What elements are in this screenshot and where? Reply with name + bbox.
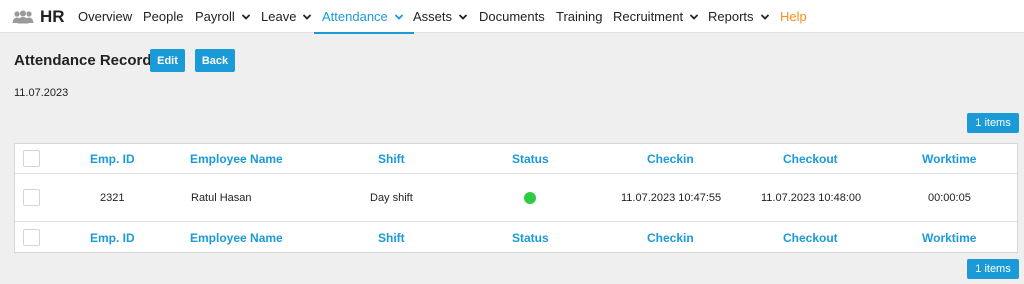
- table-header-row: Emp. ID Employee Name Shift Status Check…: [15, 144, 1017, 174]
- nav-overview[interactable]: Overview: [78, 0, 132, 33]
- col-emp-id-footer[interactable]: Emp. ID: [90, 223, 135, 253]
- col-employee-name-footer[interactable]: Employee Name: [190, 223, 283, 253]
- chevron-down-icon: [303, 13, 312, 20]
- chevron-down-icon: [394, 13, 403, 20]
- cell-checkin: 11.07.2023 10:47:55: [621, 192, 722, 204]
- col-emp-id[interactable]: Emp. ID: [90, 144, 135, 173]
- table-footer-row: Emp. ID Employee Name Shift Status Check…: [15, 223, 1017, 253]
- cell-status: [524, 175, 536, 221]
- col-worktime-footer[interactable]: Worktime: [922, 223, 976, 253]
- cell-worktime: 00:00:05: [928, 192, 971, 204]
- chevron-down-icon: [241, 13, 250, 20]
- table-row[interactable]: 2321 Ratul Hasan Day shift 11.07.2023 10…: [15, 175, 1017, 222]
- col-checkout-footer[interactable]: Checkout: [783, 223, 838, 253]
- status-present-icon: [524, 192, 536, 204]
- col-shift-footer[interactable]: Shift: [378, 223, 405, 253]
- col-checkout[interactable]: Checkout: [783, 144, 838, 173]
- nav-help[interactable]: Help: [780, 0, 807, 33]
- item-count-badge-top: 1 items: [967, 113, 1019, 133]
- nav-documents-label: Documents: [479, 9, 545, 24]
- nav-overview-label: Overview: [78, 9, 133, 24]
- nav-people-label: People: [143, 9, 184, 24]
- chevron-down-icon: [458, 13, 468, 20]
- cell-employee-name: Ratul Hasan: [191, 192, 252, 204]
- nav-leave[interactable]: Leave: [261, 0, 312, 33]
- chevron-down-icon: [689, 13, 699, 20]
- nav-help-label: Help: [780, 9, 807, 24]
- cell-emp-id: 2321: [100, 192, 125, 204]
- page-title: Attendance Record: [14, 52, 152, 69]
- chevron-down-icon: [760, 13, 769, 20]
- nav-documents[interactable]: Documents: [479, 0, 545, 33]
- nav-attendance[interactable]: Attendance: [314, 0, 414, 34]
- item-count-badge-bottom: 1 items: [967, 259, 1019, 279]
- nav-training-label: Training: [556, 9, 603, 24]
- edit-button[interactable]: Edit: [150, 49, 185, 72]
- nav-reports[interactable]: Reports: [708, 0, 770, 33]
- nav-reports-label: Reports: [708, 9, 754, 24]
- nav-leave-label: Leave: [261, 9, 297, 24]
- col-status-footer[interactable]: Status: [512, 223, 549, 253]
- col-worktime[interactable]: Worktime: [922, 144, 976, 173]
- people-group-icon: [12, 10, 34, 23]
- nav-recruitment[interactable]: Recruitment: [613, 0, 699, 33]
- select-all-checkbox-footer[interactable]: [23, 229, 40, 246]
- cell-checkout: 11.07.2023 10:48:00: [761, 192, 862, 204]
- nav-payroll-label: Payroll: [195, 9, 235, 24]
- brand[interactable]: HR: [12, 0, 65, 33]
- top-navbar: HR Overview People Payroll Leave Attenda…: [0, 0, 1024, 34]
- nav-assets-label: Assets: [413, 9, 453, 24]
- col-checkin[interactable]: Checkin: [647, 144, 694, 173]
- nav-recruitment-label: Recruitment: [613, 9, 684, 24]
- nav-payroll[interactable]: Payroll: [195, 0, 251, 33]
- col-shift[interactable]: Shift: [378, 144, 405, 173]
- col-employee-name[interactable]: Employee Name: [190, 144, 283, 173]
- col-status[interactable]: Status: [512, 144, 549, 173]
- nav-attendance-label: Attendance: [322, 9, 388, 24]
- attendance-table: Emp. ID Employee Name Shift Status Check…: [14, 143, 1018, 253]
- brand-name: HR: [40, 6, 65, 26]
- select-all-checkbox[interactable]: [23, 150, 40, 167]
- nav-training[interactable]: Training: [556, 0, 602, 33]
- row-checkbox[interactable]: [23, 189, 40, 206]
- nav-people[interactable]: People: [143, 0, 183, 33]
- cell-shift: Day shift: [370, 192, 413, 204]
- back-button[interactable]: Back: [195, 49, 235, 72]
- attendance-date: 11.07.2023: [14, 87, 69, 99]
- nav-assets[interactable]: Assets: [413, 0, 468, 33]
- col-checkin-footer[interactable]: Checkin: [647, 223, 694, 253]
